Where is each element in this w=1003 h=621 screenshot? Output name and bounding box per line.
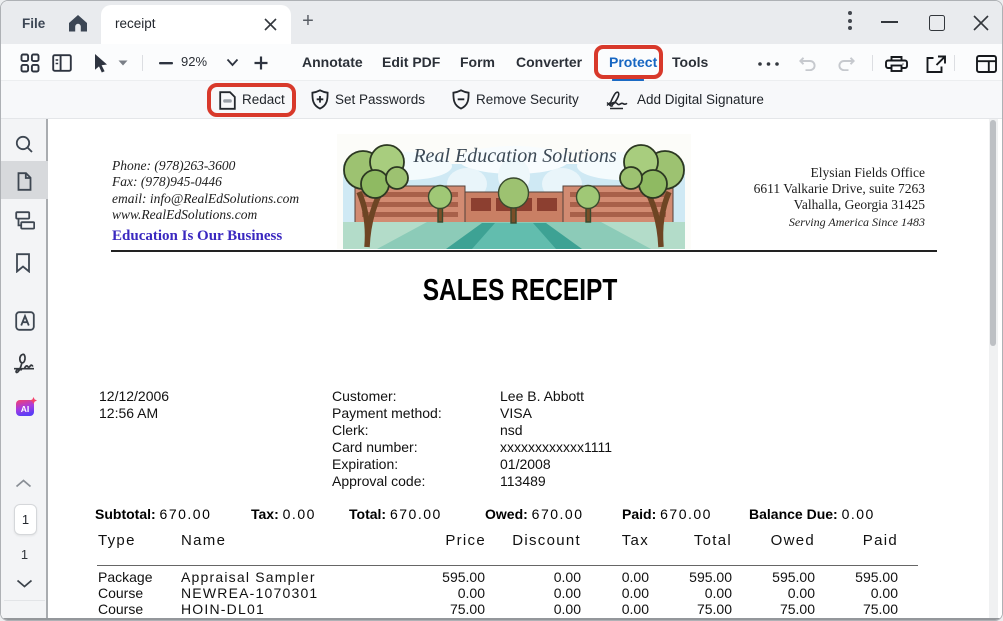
svg-text:AI: AI (21, 404, 30, 414)
svg-text:Real Education Solutions: Real Education Solutions (412, 145, 617, 167)
